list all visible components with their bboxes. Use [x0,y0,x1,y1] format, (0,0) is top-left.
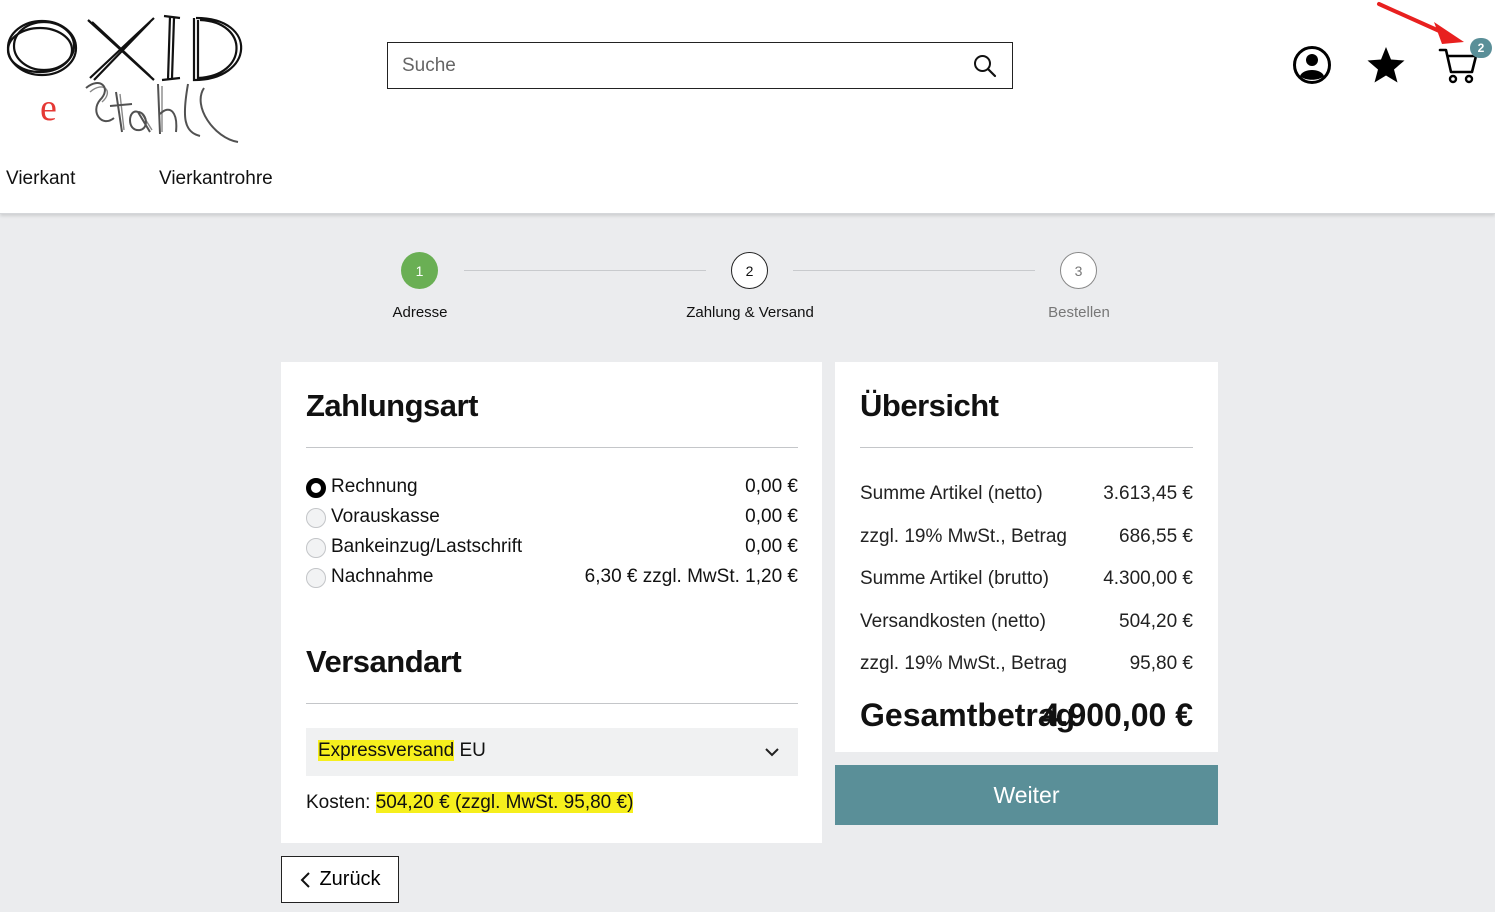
summary-row-label: zzgl. 19% MwSt., Betrag [860,653,1067,674]
summary-row-label: zzgl. 19% MwSt., Betrag [860,526,1067,547]
payment-shipping-card: Zahlungsart Rechnung 0,00 € Vorauskasse … [281,362,822,843]
summary-row-value: 4.300,00 € [1103,568,1193,589]
payment-option-label: Vorauskasse [331,506,440,527]
account-icon[interactable] [1291,44,1333,86]
back-button[interactable]: Zurück [281,856,399,903]
payment-option-price: 0,00 € [745,476,798,497]
summary-row: zzgl. 19% MwSt., Betrag 686,55 € [860,526,1193,548]
highlighted-text: Expressversand [318,740,455,761]
radio-icon[interactable] [306,568,326,588]
search-input[interactable] [388,43,948,88]
step-2-circle: 2 [731,252,768,289]
radio-icon[interactable] [306,538,326,558]
payment-option-vorauskasse[interactable]: Vorauskasse 0,00 € [306,506,798,530]
next-button[interactable]: Weiter [835,765,1218,825]
divider [860,447,1193,448]
shipping-selected-rest: EU [454,740,486,761]
chevron-down-icon [765,748,779,757]
step-2-label: Zahlung & Versand [686,304,814,321]
payment-option-price: 0,00 € [745,506,798,527]
summary-row-value: 686,55 € [1119,526,1193,547]
cart-count-badge: 2 [1470,38,1492,58]
summary-row-value: 3.613,45 € [1103,483,1193,504]
order-summary-card: Übersicht Summe Artikel (netto) 3.613,45… [835,362,1218,752]
shipping-method-select[interactable]: Expressversand EU [306,728,798,776]
payment-title: Zahlungsart [306,388,478,423]
favorites-star-icon[interactable] [1365,44,1407,86]
summary-row: zzgl. 19% MwSt., Betrag 95,80 € [860,653,1193,675]
payment-option-rechnung[interactable]: Rechnung 0,00 € [306,476,798,500]
site-header: e 2 Vierkant Vierkantrohre [0,0,1495,214]
payment-option-bankeinzug[interactable]: Bankeinzug/Lastschrift 0,00 € [306,536,798,560]
shipping-cost-value: 504,20 € (zzgl. MwSt. 95,80 €) [375,792,634,813]
total-value: 4.900,00 € [1041,697,1193,733]
radio-checked-icon[interactable] [306,478,326,498]
payment-option-label: Bankeinzug/Lastschrift [331,536,523,557]
payment-option-price: 0,00 € [745,536,798,557]
summary-row-value: 504,20 € [1119,611,1193,632]
summary-title: Übersicht [860,388,999,423]
search-bar [387,42,1013,89]
payment-option-label: Nachnahme [331,566,434,587]
shop-logo[interactable]: e [4,8,259,143]
step-connector [464,270,706,271]
summary-total: Gesamtbetrag 4.900,00 € [860,697,1193,734]
step-1-label[interactable]: Adresse [320,304,520,321]
summary-row-label: Versandkosten (netto) [860,611,1046,632]
summary-row: Summe Artikel (netto) 3.613,45 € [860,483,1193,505]
shipping-selected-value: Expressversand EU [318,740,486,762]
summary-row: Summe Artikel (brutto) 4.300,00 € [860,568,1193,590]
shipping-title: Versandart [306,644,462,679]
radio-icon[interactable] [306,508,326,528]
red-arrow-annotation [1377,2,1464,44]
step-connector [793,270,1035,271]
summary-row-label: Summe Artikel (brutto) [860,568,1049,589]
shipping-cost-label: Kosten: [306,792,376,813]
svg-text:e: e [40,87,57,129]
search-icon[interactable] [972,53,998,79]
summary-row-value: 95,80 € [1129,653,1193,674]
step-1-circle[interactable]: 1 [401,252,438,289]
divider [306,447,798,448]
shipping-cost: Kosten: 504,20 € (zzgl. MwSt. 95,80 €) [306,792,634,814]
divider [306,703,798,704]
summary-row-label: Summe Artikel (netto) [860,483,1043,504]
nav-item-vierkantrohre[interactable]: Vierkantrohre [159,168,273,190]
back-button-label: Zurück [319,868,381,890]
payment-option-price: 6,30 € zzgl. MwSt. 1,20 € [584,566,798,587]
payment-option-nachnahme[interactable]: Nachnahme 6,30 € zzgl. MwSt. 1,20 € [306,566,798,590]
chevron-left-icon [301,871,311,888]
step-3-circle: 3 [1060,252,1097,289]
summary-row: Versandkosten (netto) 504,20 € [860,611,1193,633]
payment-option-label: Rechnung [331,476,418,497]
step-3-label: Bestellen [1048,304,1110,321]
nav-item-vierkant[interactable]: Vierkant [6,168,75,190]
